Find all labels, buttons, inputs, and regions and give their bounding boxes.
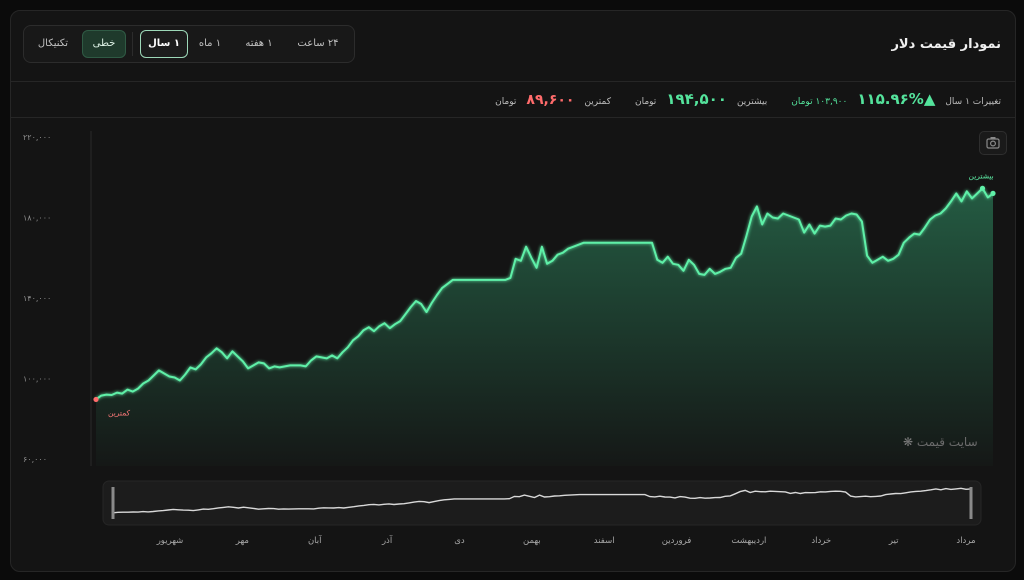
x-month-label: مرداد [956, 536, 975, 546]
watermark: سایت قیمت ❋ [903, 435, 978, 449]
watermark-text: سایت قیمت [916, 435, 978, 449]
last-point-marker [990, 190, 996, 196]
range-navigator[interactable] [102, 480, 982, 526]
y-tick-label: ۱۰۰,۰۰۰ [23, 375, 51, 384]
price-area-fill [96, 188, 993, 467]
max-point-marker [979, 185, 986, 191]
x-month-label: آذر [381, 534, 393, 546]
x-month-label: آبان [308, 534, 322, 546]
y-tick-label: ۱۴۰,۰۰۰ [23, 294, 51, 303]
price-chart-card: نمودار قیمت دلار تکنیکال خطی ۱ سال ۱ ماه… [10, 10, 1016, 572]
snowflake-logo-icon: ❋ [903, 435, 914, 449]
navigator-right-handle[interactable] [969, 487, 973, 519]
navigator-left-handle[interactable] [111, 487, 115, 519]
x-month-label: تیر [888, 536, 899, 546]
x-month-label: اسفند [594, 536, 615, 546]
min-point-label: کمترین [108, 408, 131, 417]
x-month-label: اردیبهشت [731, 536, 766, 546]
x-month-label: شهریور [156, 536, 184, 546]
price-area-chart: ۶۰,۰۰۰ ۱۰۰,۰۰۰ ۱۴۰,۰۰۰ ۱۸۰,۰۰۰ ۲۲۰,۰۰۰ کمتری… [23, 131, 996, 546]
y-tick-label: ۶۰,۰۰۰ [23, 455, 47, 464]
x-month-label: بهمن [523, 536, 541, 546]
x-month-label: دی [454, 536, 465, 546]
x-month-label: فروردین [662, 536, 692, 546]
x-month-label: خرداد [811, 536, 831, 546]
x-month-label: مهر [235, 536, 249, 546]
y-tick-label: ۲۲۰,۰۰۰ [23, 133, 51, 142]
max-point-label: بیشترین [969, 171, 994, 180]
min-point-marker [93, 396, 99, 403]
y-tick-label: ۱۸۰,۰۰۰ [23, 214, 51, 223]
